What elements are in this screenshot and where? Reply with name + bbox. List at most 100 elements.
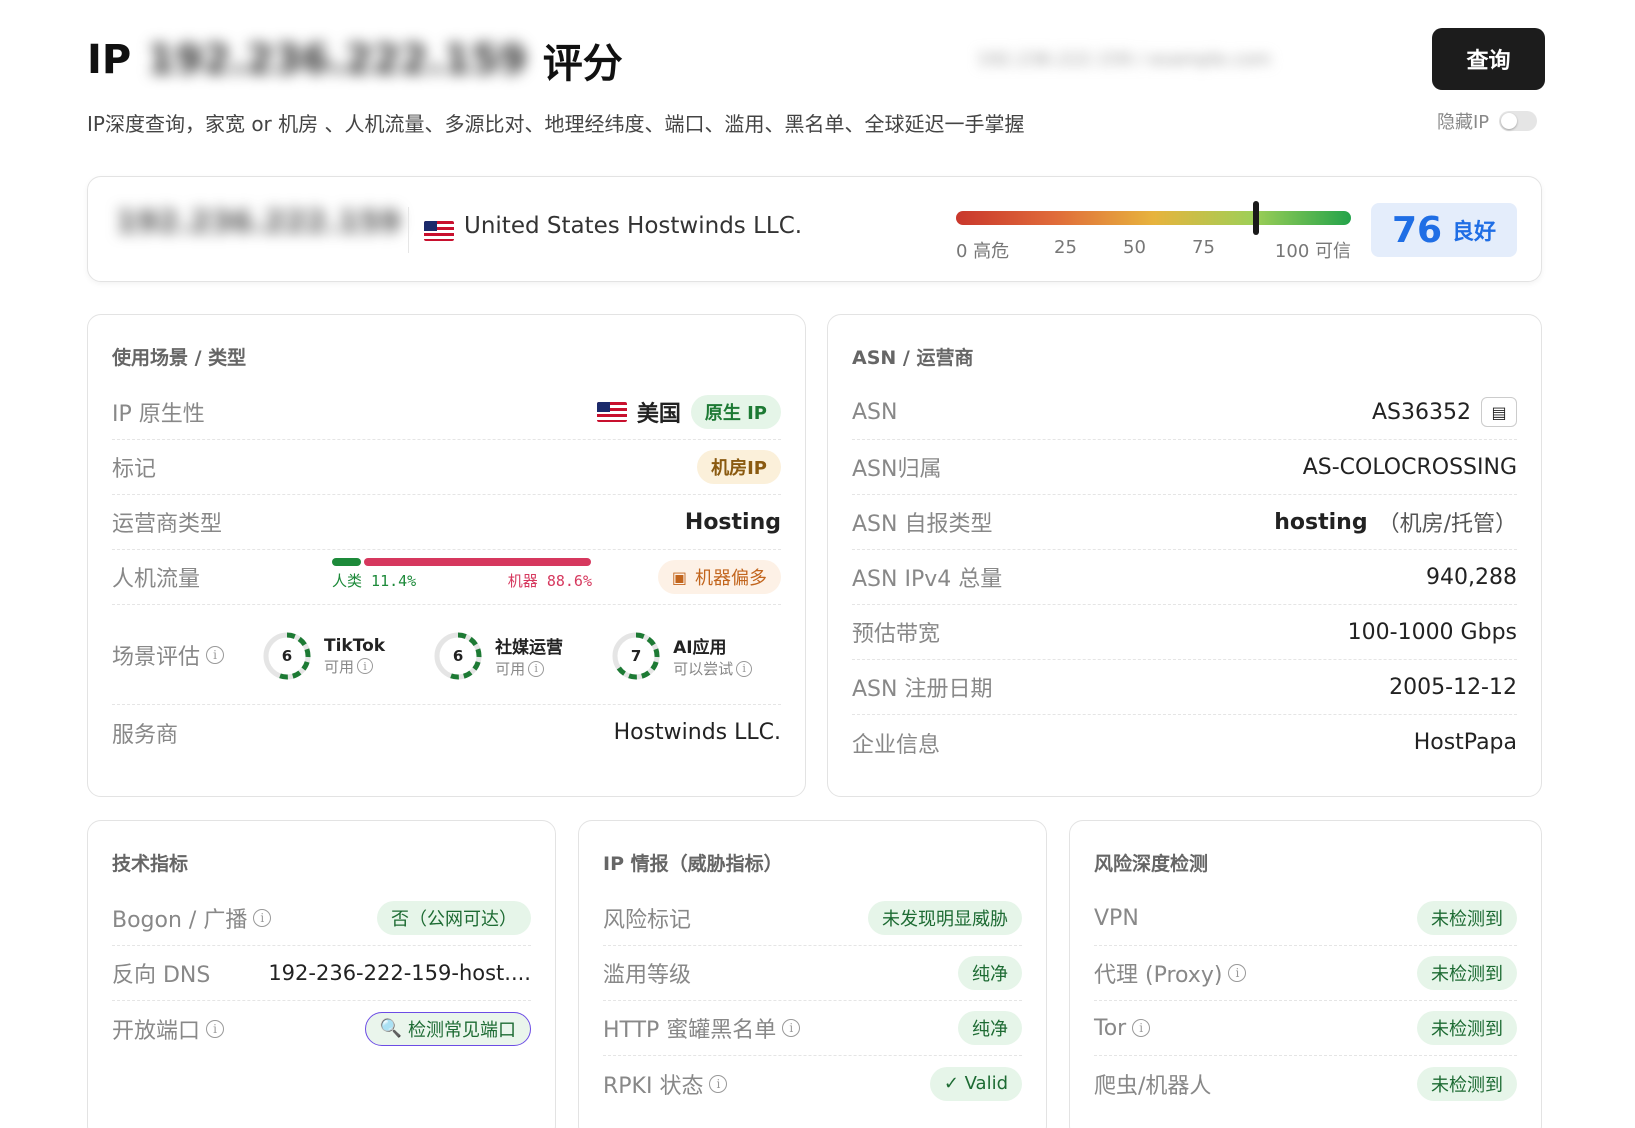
score-scale-labels: 0 高危 25 50 75 100 可信: [956, 237, 1351, 262]
scene-status: 可用 i: [324, 656, 385, 677]
intel-rows: 风险标记 未发现明显威胁 滥用等级 纯净 HTTP 蜜罐黑名单 i 纯净 RPK…: [603, 891, 1022, 1111]
scale-label-75: 75: [1192, 237, 1215, 258]
carrier-label: 运营商类型: [112, 512, 223, 537]
query-input[interactable]: 192.236.222.159 / example.com: [967, 38, 1407, 82]
asn-type-label: ASN 自报类型: [852, 512, 993, 537]
vpn-badge: 未检测到: [1417, 901, 1517, 935]
info-icon[interactable]: i: [206, 645, 225, 664]
title-prefix: IP: [87, 37, 132, 83]
carrier-value: Hosting: [684, 509, 781, 535]
crawler-label: 爬虫/机器人: [1094, 1073, 1212, 1099]
scale-label-50: 50: [1123, 237, 1146, 258]
asn-row: ASN AS36352 ▤: [852, 385, 1517, 440]
scale-label-0: 0 高危: [956, 241, 1010, 262]
score-value: 76: [1391, 209, 1443, 251]
info-icon[interactable]: i: [1228, 964, 1247, 982]
risk-card-title: 风险深度检测: [1094, 853, 1209, 875]
carrier-row: 运营商类型 Hosting: [112, 495, 781, 550]
tor-row: Tor i 未检测到: [1094, 1001, 1517, 1056]
title-suffix: 评分: [542, 41, 623, 87]
proxy-badge: 未检测到: [1417, 956, 1517, 990]
asn-type-value-group: hosting （机房/托管）: [1274, 506, 1517, 538]
us-flag-icon: [424, 221, 454, 241]
provider-value: Hostwinds LLC.: [613, 720, 781, 745]
bogon-row: Bogon / 广播 i 否（公网可达）: [112, 891, 531, 946]
score-gradient-bar: [956, 201, 1351, 235]
copy-icon[interactable]: ▤: [1481, 397, 1517, 427]
asn-type-value: hosting: [1274, 509, 1368, 535]
score-marker: [1253, 201, 1260, 235]
scene-item-social[interactable]: 6 社媒运营 可用 i: [433, 631, 563, 681]
score-ip-blurred: 192.236.222.159: [116, 205, 401, 240]
ports-label: 开放端口 i: [112, 1013, 225, 1045]
asn-ipv4-row: ASN IPv4 总量 940,288: [852, 550, 1517, 605]
crawler-row: 爬虫/机器人 未检测到: [1094, 1056, 1517, 1111]
intel-card-title: IP 情报（威胁指标）: [603, 853, 783, 875]
proxy-label-text: 代理 (Proxy): [1094, 963, 1223, 988]
bogon-label-text: Bogon / 广播: [112, 908, 248, 933]
info-icon[interactable]: i: [782, 1019, 801, 1037]
tech-card: 技术指标 Bogon / 广播 i 否（公网可达） 反向 DNS 192-236…: [87, 820, 556, 1128]
rpki-value: ✓ Valid: [929, 1066, 1022, 1101]
info-icon[interactable]: i: [206, 1019, 225, 1038]
us-flag-icon: [596, 402, 627, 422]
traffic-row: 人机流量 人类 11.4% 机器 88.6% ▣ 机器偏多: [112, 550, 781, 605]
ports-row: 开放端口 i 🔍 检测常见端口: [112, 1001, 531, 1056]
native-country: 美国: [636, 402, 681, 427]
asn-rows: ASN AS36352 ▤ ASN归属 AS-COLOCROSSING ASN …: [852, 385, 1517, 770]
info-icon[interactable]: i: [1132, 1019, 1151, 1037]
usage-card: 使用场景 / 类型 IP 原生性 美国 原生 IP 标记 机房IP 运营商类型 …: [87, 314, 806, 797]
asn-owner-value: AS-COLOCROSSING: [1302, 454, 1517, 480]
abuse-value: 纯净: [958, 956, 1022, 990]
rpki-badge: ✓ Valid: [929, 1066, 1022, 1101]
reg-date-value: 2005-12-12: [1389, 674, 1517, 700]
tor-label-text: Tor: [1094, 1015, 1127, 1041]
bandwidth-row: 预估带宽 100-1000 Gbps: [852, 605, 1517, 660]
robot-icon: ▣: [671, 567, 687, 587]
risk-mark-row: 风险标记 未发现明显威胁: [603, 891, 1022, 946]
asn-type-note: （机房/托管）: [1377, 512, 1517, 537]
intel-card: IP 情报（威胁指标） 风险标记 未发现明显威胁 滥用等级 纯净 HTTP 蜜罐…: [578, 820, 1047, 1128]
page-subtitle: IP深度查询，家宽 or 机房 、人机流量、多源比对、地理经纬度、端口、滥用、黑…: [87, 112, 1025, 136]
hide-ip-control[interactable]: 隐藏IP: [1437, 108, 1538, 134]
traffic-badge: ▣ 机器偏多: [657, 560, 781, 594]
info-icon[interactable]: i: [357, 658, 374, 674]
hide-ip-toggle[interactable]: [1499, 111, 1538, 131]
company-value: HostPapa: [1413, 730, 1517, 755]
traffic-bar: 人类 11.4% 机器 88.6%: [332, 558, 592, 591]
scene-item-ai[interactable]: 7 AI应用 可以尝试 i: [611, 631, 753, 681]
human-share: 人类 11.4%: [332, 570, 416, 591]
info-icon[interactable]: i: [528, 660, 545, 677]
scene-name: AI应用: [673, 638, 727, 658]
query-button[interactable]: 查询: [1432, 28, 1545, 90]
tag-row: 标记 机房IP: [112, 440, 781, 495]
info-icon[interactable]: i: [709, 1074, 728, 1093]
asn-label: ASN: [852, 399, 898, 425]
asn-owner-row: ASN归属 AS-COLOCROSSING: [852, 440, 1517, 495]
traffic-labels: 人类 11.4% 机器 88.6%: [332, 570, 592, 591]
bot-share: 机器 88.6%: [508, 570, 592, 591]
abuse-label: 滥用等级: [603, 963, 692, 988]
rpki-label: RPKI 状态 i: [603, 1068, 728, 1100]
usage-rows: IP 原生性 美国 原生 IP 标记 机房IP 运营商类型 Hosting 人机…: [112, 385, 781, 760]
score-badge: 76 良好: [1371, 203, 1517, 257]
risk-mark-label: 风险标记: [603, 908, 692, 933]
tag-label: 标记: [112, 457, 157, 482]
scene-item-tiktok[interactable]: 6 TikTok 可用 i: [262, 631, 385, 681]
asn-ipv4-value: 940,288: [1426, 564, 1517, 590]
info-icon[interactable]: i: [253, 909, 272, 927]
info-icon[interactable]: i: [736, 660, 753, 677]
company-row: 企业信息 HostPapa: [852, 715, 1517, 770]
honeypot-row: HTTP 蜜罐黑名单 i 纯净: [603, 1001, 1022, 1056]
scene-list: 6 TikTok 可用 i 6 社媒运营 可用 i 7 AI应用 可以尝试 i: [262, 631, 753, 681]
scene-label-text: 场景评估: [112, 644, 201, 670]
bandwidth-label: 预估带宽: [852, 622, 941, 647]
scene-status: 可以尝试 i: [673, 658, 753, 679]
abuse-badge: 纯净: [958, 956, 1022, 990]
native-label: IP 原生性: [112, 402, 205, 427]
bot-label: 机器: [507, 572, 538, 590]
rdns-row: 反向 DNS 192-236-222-159-host....: [112, 946, 531, 1001]
native-value: 美国 原生 IP: [596, 395, 781, 429]
score-card: 192.236.222.159 United States Hostwinds …: [87, 176, 1542, 282]
check-ports-button[interactable]: 🔍 检测常见端口: [364, 1011, 531, 1046]
